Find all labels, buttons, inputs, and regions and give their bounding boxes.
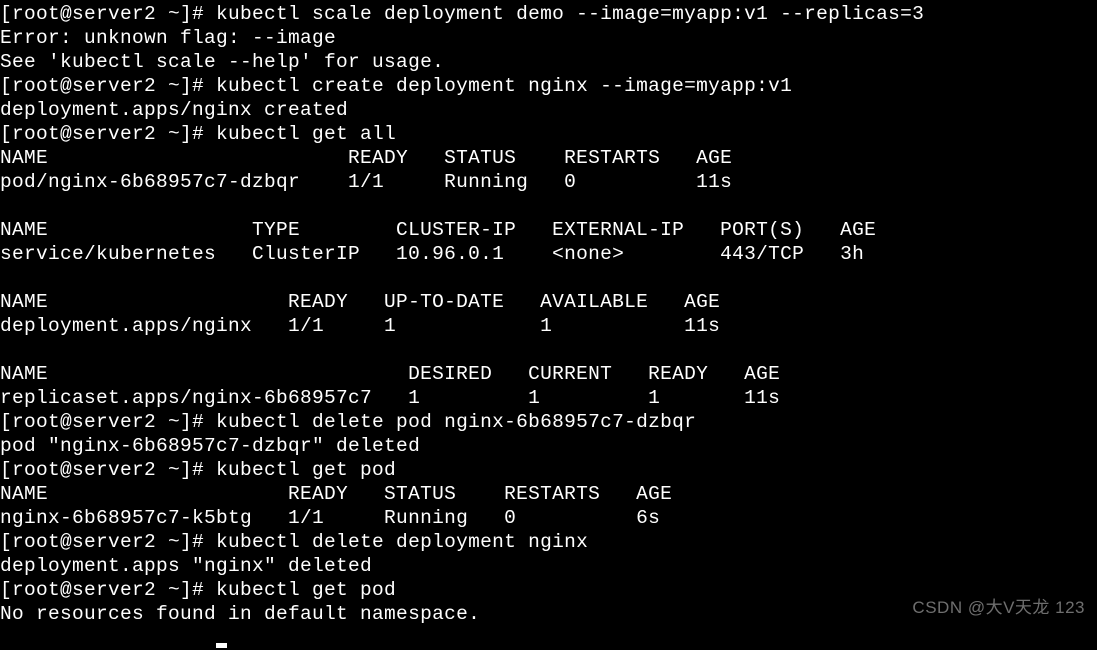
terminal-output[interactable]: [root@server2 ~]# kubectl scale deployme… (0, 2, 1097, 650)
cursor (216, 643, 227, 648)
